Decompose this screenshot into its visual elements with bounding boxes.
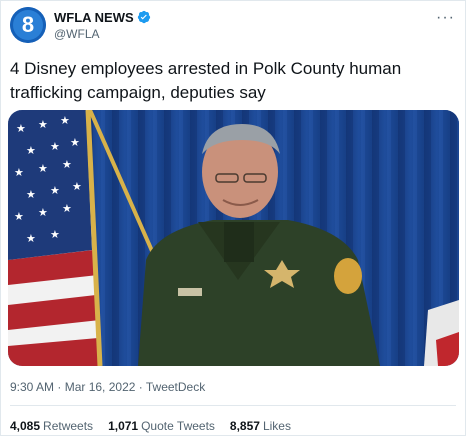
svg-text:★: ★	[62, 158, 72, 171]
svg-text:★: ★	[50, 228, 60, 241]
tweet-time[interactable]: 9:30 AM	[10, 380, 54, 394]
avatar-number: 8	[22, 12, 34, 37]
meta-separator: ·	[54, 380, 65, 394]
divider	[10, 405, 456, 406]
tweet-meta: 9:30 AM · Mar 16, 2022 · TweetDeck	[10, 380, 205, 394]
account-handle[interactable]: @WFLA	[54, 27, 151, 41]
quote-tweets-label: Quote Tweets	[141, 419, 215, 433]
retweets-stat[interactable]: 4,085 Retweets	[10, 419, 93, 433]
avatar[interactable]: 8	[10, 7, 46, 43]
svg-text:★: ★	[26, 144, 36, 157]
meta-separator: ·	[135, 380, 146, 394]
tweet-text: 4 Disney employees arrested in Polk Coun…	[10, 59, 402, 102]
tweet-photo[interactable]: ★ ★ ★ ★ ★ ★ ★ ★ ★ ★ ★ ★ ★ ★ ★ ★ ★	[8, 110, 459, 366]
svg-text:★: ★	[70, 136, 80, 149]
verified-badge-icon	[137, 10, 151, 24]
tweet-card: 8 WFLA NEWS @WFLA ··· 4 Disney employees…	[0, 0, 466, 436]
account-names: WFLA NEWS @WFLA	[54, 9, 151, 41]
svg-text:★: ★	[26, 188, 36, 201]
quote-tweets-stat[interactable]: 1,071 Quote Tweets	[108, 419, 215, 433]
retweets-count: 4,085	[10, 419, 41, 433]
tweet-source[interactable]: TweetDeck	[146, 380, 205, 394]
tweet-header: 8 WFLA NEWS @WFLA ···	[10, 7, 455, 47]
likes-count: 8,857	[229, 419, 260, 433]
svg-text:★: ★	[14, 166, 24, 179]
svg-text:★: ★	[60, 114, 70, 127]
svg-text:★: ★	[38, 162, 48, 175]
svg-text:★: ★	[38, 206, 48, 219]
tweet-date[interactable]: Mar 16, 2022	[65, 380, 136, 394]
quote-tweets-count: 1,071	[108, 419, 139, 433]
svg-text:★: ★	[16, 122, 26, 135]
svg-text:★: ★	[62, 202, 72, 215]
svg-text:★: ★	[72, 180, 82, 193]
wfla-8-logo-icon: 8	[10, 7, 46, 43]
svg-text:★: ★	[14, 210, 24, 223]
tweet-stats: 4,085 Retweets 1,071 Quote Tweets 8,857 Lik…	[10, 419, 306, 433]
more-options-icon[interactable]: ···	[436, 9, 455, 27]
news-conference-photo: ★ ★ ★ ★ ★ ★ ★ ★ ★ ★ ★ ★ ★ ★ ★ ★ ★	[8, 110, 459, 366]
svg-text:★: ★	[26, 232, 36, 245]
svg-text:★: ★	[50, 140, 60, 153]
display-name[interactable]: WFLA NEWS	[54, 10, 134, 25]
likes-label: Likes	[262, 419, 291, 433]
likes-stat[interactable]: 8,857 Likes	[230, 419, 291, 433]
retweets-label: Retweets	[43, 419, 94, 433]
svg-text:★: ★	[50, 184, 60, 197]
svg-text:★: ★	[38, 118, 48, 131]
